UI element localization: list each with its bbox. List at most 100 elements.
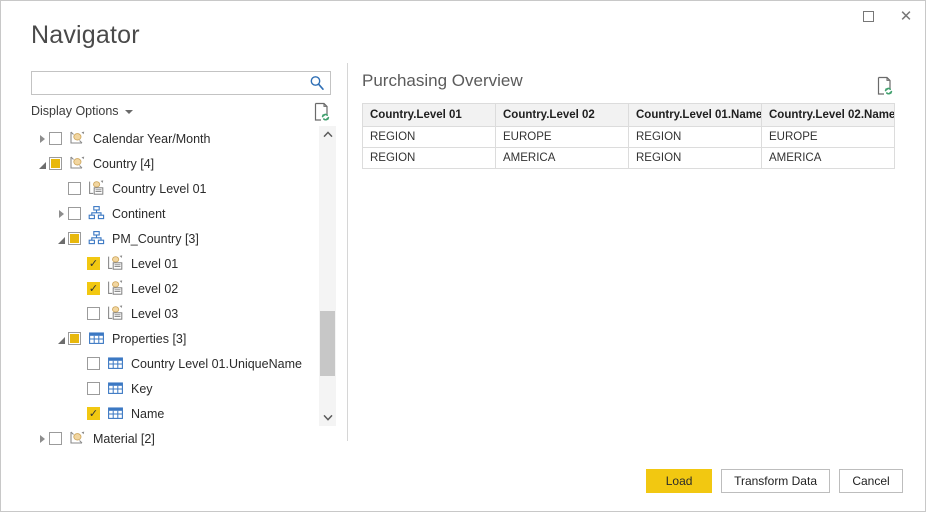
expand-arrow-icon[interactable]	[35, 426, 49, 446]
checkbox-unchecked[interactable]	[87, 357, 100, 370]
tree-item-label: Material [2]	[93, 432, 155, 446]
tree-item-label: PM_Country [3]	[112, 232, 199, 246]
tree-scrollbar[interactable]	[319, 126, 336, 426]
check-icon: ✓	[89, 283, 98, 294]
checkbox-unchecked[interactable]	[49, 132, 62, 145]
chevron-right-icon	[40, 135, 45, 143]
table-cell: EUROPE	[496, 127, 629, 148]
checkbox-unchecked[interactable]	[68, 207, 81, 220]
load-button[interactable]: Load	[646, 469, 712, 493]
tree-item-level-03[interactable]: Level 03	[31, 301, 308, 326]
cube-icon	[69, 130, 86, 147]
tree-item-name[interactable]: ✓ Name	[31, 401, 308, 426]
tree-item-country-level-01[interactable]: Country Level 01	[31, 176, 308, 201]
expand-arrow-icon[interactable]	[54, 201, 68, 226]
search-icon[interactable]	[309, 75, 325, 91]
level-icon	[107, 305, 124, 322]
tree-item-country-level-01-uniquename[interactable]: Country Level 01.UniqueName	[31, 351, 308, 376]
tree-item-country-4[interactable]: Country [4]	[31, 151, 308, 176]
tree-item-properties-3[interactable]: Properties [3]	[31, 326, 308, 351]
tree-item-label: Continent	[112, 207, 166, 221]
tree-item-label: Calendar Year/Month	[93, 132, 210, 146]
tree-item-level-01[interactable]: ✓Level 01	[31, 251, 308, 276]
chevron-right-icon	[59, 210, 64, 218]
chevron-right-icon	[40, 435, 45, 443]
checkbox-partial[interactable]	[68, 232, 81, 245]
tree-item-key[interactable]: Key	[31, 376, 308, 401]
tree-item-label: Level 02	[131, 282, 178, 296]
table-cell: REGION	[629, 148, 762, 169]
checkbox-checked[interactable]: ✓	[87, 407, 100, 420]
table-icon	[107, 355, 124, 372]
tree-item-label: Key	[131, 382, 153, 396]
table-cell: REGION	[629, 127, 762, 148]
cube-icon	[69, 155, 86, 172]
scroll-up-arrow[interactable]	[319, 126, 336, 143]
chevron-down-icon	[39, 162, 46, 169]
twisty-spacer	[73, 351, 87, 376]
scrollbar-thumb[interactable]	[320, 311, 335, 376]
refresh-document-icon[interactable]	[313, 102, 331, 122]
collapse-arrow-icon[interactable]	[54, 226, 68, 251]
maximize-icon	[863, 11, 874, 22]
tree-item-label: Country Level 01	[112, 182, 207, 196]
level-icon	[107, 280, 124, 297]
tree-item-calendar-year-month[interactable]: Calendar Year/Month	[31, 126, 308, 151]
navigator-dialog: ✕ Navigator Display Options	[0, 0, 926, 512]
table-cell: REGION	[363, 148, 496, 169]
tree-item-label: Properties [3]	[112, 332, 186, 346]
checkbox-unchecked[interactable]	[87, 382, 100, 395]
collapse-arrow-icon[interactable]	[35, 151, 49, 176]
scroll-down-arrow[interactable]	[319, 409, 336, 426]
maximize-button[interactable]	[849, 1, 887, 31]
column-header: Country.Level 01.Name	[629, 104, 762, 127]
transform-data-button[interactable]: Transform Data	[721, 469, 830, 493]
search-input[interactable]	[32, 72, 307, 94]
search-box[interactable]	[31, 71, 331, 95]
close-button[interactable]: ✕	[887, 1, 925, 31]
column-header: Country.Level 02.Name	[762, 104, 895, 127]
display-options-row: Display Options	[31, 104, 336, 124]
preview-title: Purchasing Overview	[362, 71, 897, 91]
cube-icon	[69, 430, 86, 446]
tree-item-label: Level 03	[131, 307, 178, 321]
twisty-spacer	[73, 301, 87, 326]
tree-area: Calendar Year/Month Country [4] Country Le…	[31, 126, 336, 446]
tree-item-material-2[interactable]: Material [2]	[31, 426, 308, 446]
collapse-arrow-icon[interactable]	[54, 326, 68, 351]
checkbox-partial[interactable]	[49, 157, 62, 170]
expand-arrow-icon[interactable]	[35, 126, 49, 151]
cancel-button[interactable]: Cancel	[839, 469, 903, 493]
metadata-tree[interactable]: Calendar Year/Month Country [4] Country Le…	[31, 126, 308, 446]
table-cell: REGION	[363, 127, 496, 148]
checkbox-checked[interactable]: ✓	[87, 282, 100, 295]
table-cell: EUROPE	[762, 127, 895, 148]
level-icon	[88, 180, 105, 197]
tree-item-level-02[interactable]: ✓ Level 02	[31, 276, 308, 301]
tree-item-label: Name	[131, 407, 164, 421]
checkbox-unchecked[interactable]	[87, 307, 100, 320]
checkbox-checked[interactable]: ✓	[87, 257, 100, 270]
chevron-down-icon	[125, 110, 133, 114]
check-icon: ✓	[89, 258, 98, 269]
checkbox-partial[interactable]	[68, 332, 81, 345]
table-cell: AMERICA	[496, 148, 629, 169]
chevron-down-icon	[58, 237, 65, 244]
table-row: REGIONEUROPEREGIONEUROPE	[363, 127, 895, 148]
level-icon	[107, 255, 124, 272]
table-row: REGIONAMERICAREGIONAMERICA	[363, 148, 895, 169]
check-icon: ✓	[89, 408, 98, 419]
twisty-spacer	[73, 251, 87, 276]
tree-item-continent[interactable]: Continent	[31, 201, 308, 226]
checkbox-unchecked[interactable]	[49, 432, 62, 445]
preview-refresh-document-icon[interactable]	[876, 76, 894, 96]
table-icon	[107, 380, 124, 397]
twisty-spacer	[73, 401, 87, 426]
table-icon	[107, 405, 124, 422]
dialog-footer: Load Transform Data Cancel	[646, 469, 903, 493]
tree-item-label: Country Level 01.UniqueName	[131, 357, 302, 371]
hierarchy-icon	[88, 205, 105, 222]
tree-item-pm-country-3[interactable]: PM_Country [3]	[31, 226, 308, 251]
checkbox-unchecked[interactable]	[68, 182, 81, 195]
display-options-button[interactable]: Display Options	[31, 104, 133, 118]
